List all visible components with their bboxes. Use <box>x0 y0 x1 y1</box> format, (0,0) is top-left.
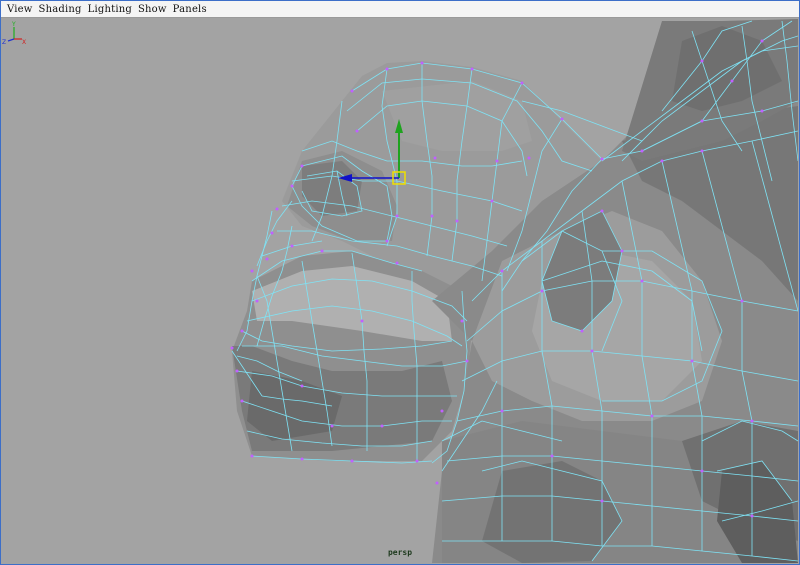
axis-label-z: Z <box>2 39 6 45</box>
menu-panels[interactable]: Panels <box>173 4 207 15</box>
axis-label-y: Y <box>11 21 16 28</box>
view-axis-icon: Y Z X <box>2 21 26 45</box>
panel-menubar: View Shading Lighting Show Panels <box>1 1 799 18</box>
menu-lighting[interactable]: Lighting <box>88 4 132 15</box>
menu-view[interactable]: View <box>7 4 33 15</box>
mesh-wireframe-canvas <box>230 19 798 563</box>
maya-viewport-window: View Shading Lighting Show Panels Y Z X … <box>0 0 800 565</box>
perspective-viewport[interactable]: Y Z X persp <box>2 19 798 563</box>
camera-name-label: persp <box>387 548 413 557</box>
menu-show[interactable]: Show <box>138 4 167 15</box>
menu-shading[interactable]: Shading <box>39 4 82 15</box>
axis-label-x: X <box>22 39 26 45</box>
